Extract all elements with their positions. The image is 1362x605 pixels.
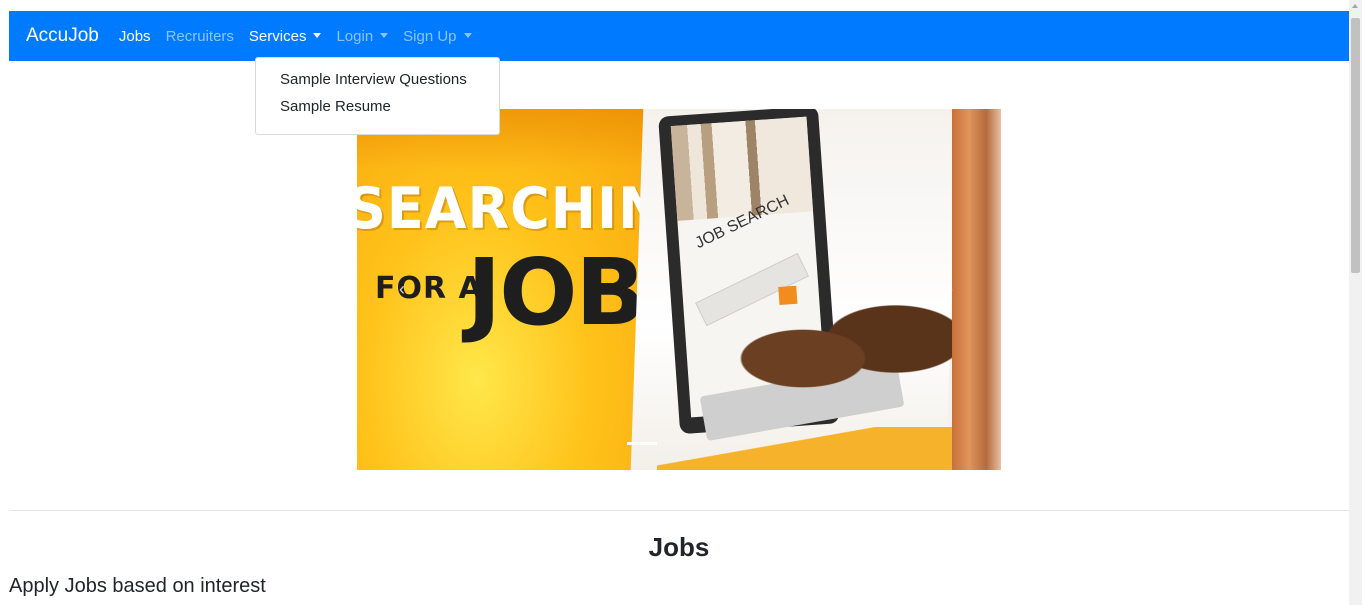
nav-services-dropdown[interactable]: Services (249, 28, 322, 45)
scroll-thumb[interactable] (1351, 18, 1360, 273)
nav-login-label: Login (336, 27, 374, 45)
scroll-up-arrow-icon[interactable] (1352, 4, 1358, 8)
carousel-next-slide-peek (952, 109, 1001, 470)
orange-strip-decoration (657, 427, 952, 470)
nav-signup-dropdown[interactable]: Sign Up (403, 27, 472, 45)
hands-image (737, 287, 957, 417)
caret-down-icon (463, 32, 472, 38)
nav-login-dropdown[interactable]: Login (336, 27, 389, 45)
chevron-left-icon[interactable]: ‹ (399, 279, 405, 300)
job-carousel[interactable]: SEARCHING FOR A JOB? JOB SEARCH ‹ › (357, 109, 1001, 470)
jobs-subtext: Apply Jobs based on interest (9, 575, 266, 597)
chevron-right-icon[interactable]: › (947, 279, 953, 300)
nav-recruiters-label: Recruiters (165, 27, 234, 45)
nav-jobs-label: Jobs (118, 27, 151, 45)
carousel-indicator[interactable] (627, 442, 657, 445)
page-scrollbar[interactable] (1349, 0, 1362, 605)
caret-down-icon (380, 32, 389, 38)
jobs-heading: Jobs (648, 532, 710, 562)
caret-down-icon (313, 32, 322, 38)
dropdown-item-sample-resume[interactable]: Sample Resume (256, 93, 499, 120)
brand-logo[interactable]: AccuJob (26, 25, 99, 47)
nav-services-label: Services (248, 27, 307, 45)
nav-signup-label: Sign Up (403, 27, 457, 45)
dropdown-item-interview-questions[interactable]: Sample Interview Questions (256, 66, 499, 93)
nav-jobs[interactable]: Jobs (119, 28, 151, 45)
screen-shelf-image (670, 116, 814, 221)
navbar: AccuJob Jobs Recruiters Services Login S… (9, 11, 1349, 61)
services-dropdown-menu: Sample Interview Questions Sample Resume (255, 57, 500, 135)
nav-recruiters[interactable]: Recruiters (166, 28, 234, 45)
section-divider (9, 510, 1349, 511)
